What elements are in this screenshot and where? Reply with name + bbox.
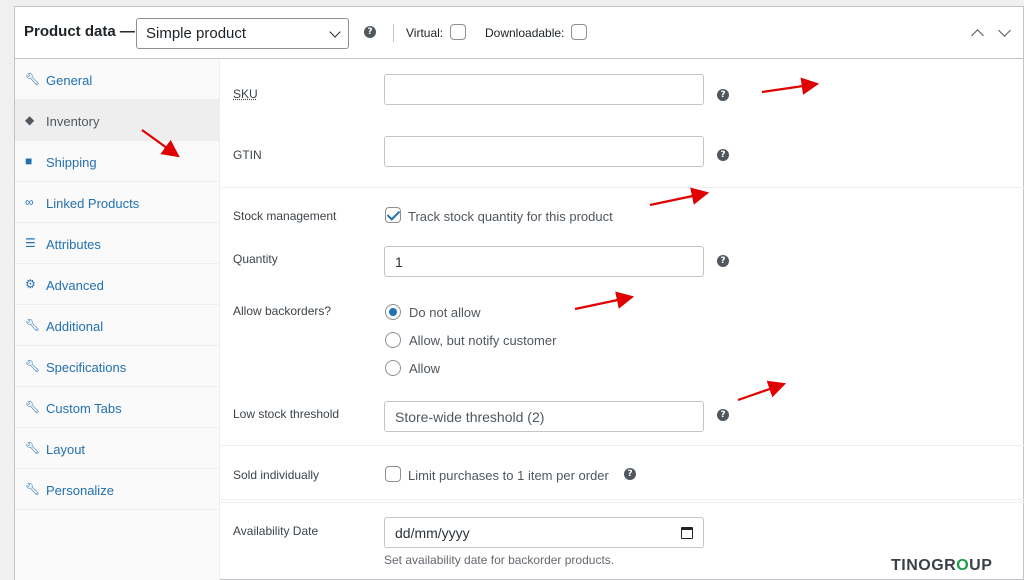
brand-text: GR xyxy=(931,557,957,574)
brand-text: TINO xyxy=(891,557,932,574)
brand-watermark: TINOGROUP xyxy=(891,557,992,575)
annotation-arrows xyxy=(141,77,820,402)
arrow-stock xyxy=(649,187,710,207)
brand-text: UP xyxy=(969,557,993,574)
brand-text: O xyxy=(956,557,970,574)
arrow-backorders xyxy=(574,291,635,311)
arrow-low-stock xyxy=(737,380,787,402)
arrow-inventory xyxy=(141,129,180,158)
arrow-sku xyxy=(761,77,820,95)
